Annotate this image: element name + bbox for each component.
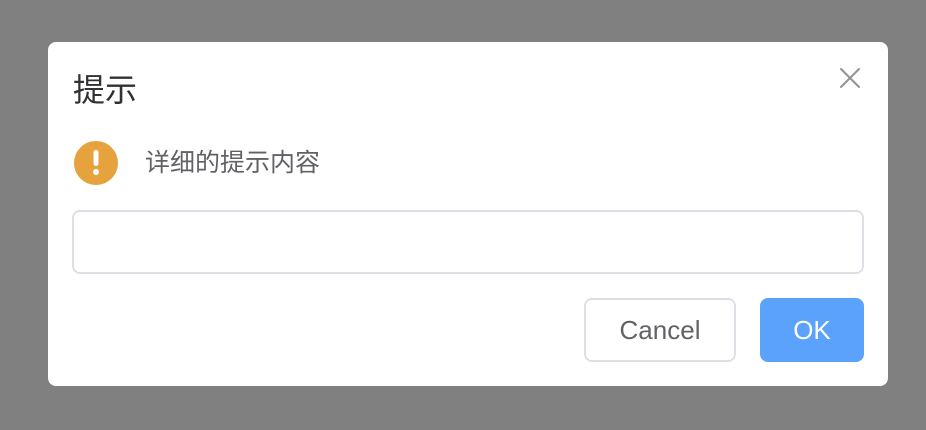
close-button[interactable] [838,66,862,90]
warning-icon [74,141,118,185]
prompt-dialog: 提示 详细的提示内容 Cancel OK [48,42,888,386]
ok-button[interactable]: OK [760,298,864,362]
cancel-button[interactable]: Cancel [584,298,736,362]
dialog-title: 提示 [73,71,138,109]
dialog-message: 详细的提示内容 [145,148,321,177]
close-icon [840,68,860,88]
prompt-input[interactable] [72,210,864,274]
message-row: 详细的提示内容 [74,141,320,185]
